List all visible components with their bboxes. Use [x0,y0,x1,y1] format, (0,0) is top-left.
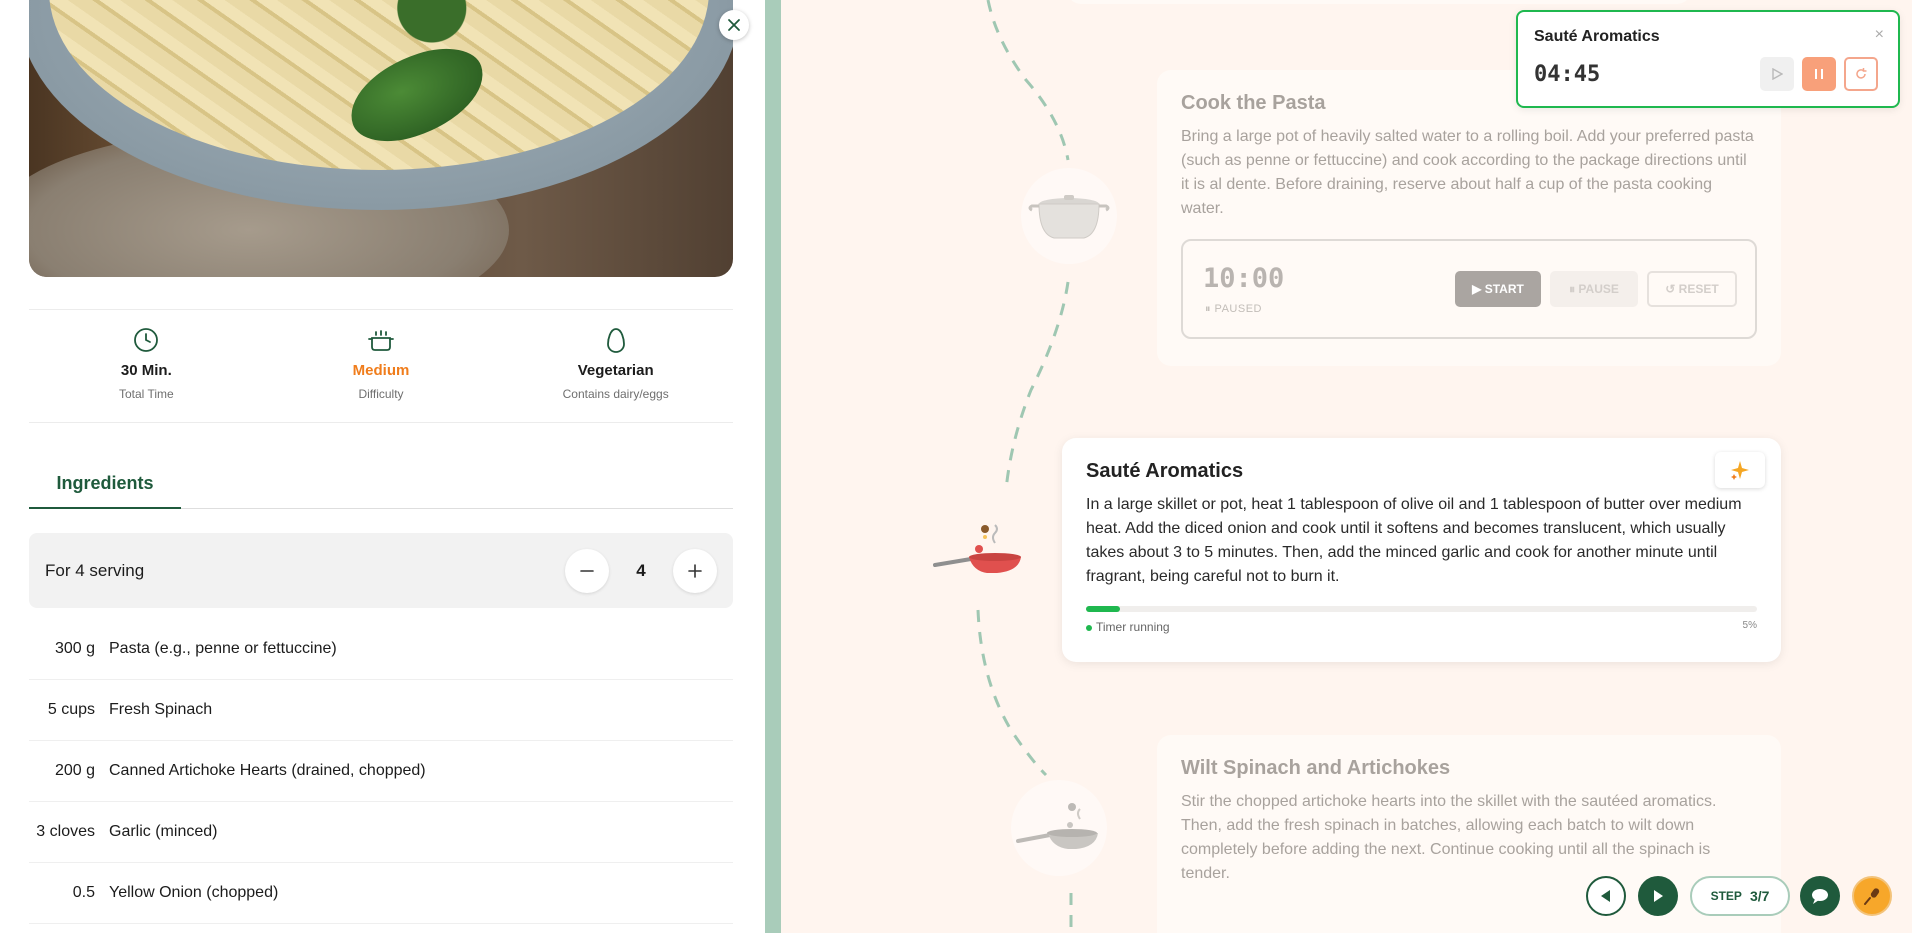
clock-icon [134,328,159,352]
timer-state: ⏸ PAUSED [1205,303,1262,315]
recipe-photo [29,0,733,277]
serving-selector: For 4 serving 4 [29,533,733,608]
serving-label: For 4 serving [45,560,145,580]
reset-timer-button[interactable]: ↺ RESET [1647,271,1737,307]
ingredient-list: 300 g Pasta (e.g., penne or fettuccine) … [29,619,733,924]
pot-icon [368,330,394,351]
close-icon [728,19,740,31]
serving-count: 4 [636,560,646,580]
triangle-right-icon [1654,890,1663,902]
running-dot-icon [1086,624,1092,631]
ai-assist-button[interactable] [1715,452,1765,488]
popup-play-button[interactable] [1760,57,1794,91]
popup-reset-button[interactable] [1844,57,1878,91]
list-item: 300 g Pasta (e.g., penne or fettuccine) [29,619,733,680]
recipe-stats: 30 Min. Total Time Medium Difficulty Veg… [29,309,733,423]
skillet-step-icon [1011,780,1107,876]
popup-title: Sauté Aromatics [1534,28,1660,45]
panel-resize-handle[interactable] [765,0,781,933]
triangle-left-icon [1601,890,1610,902]
progress-fill [1086,606,1120,612]
sparkle-icon [1731,461,1749,480]
previous-step-button[interactable] [1586,876,1626,916]
timer-status: Timer running [1086,620,1170,634]
voice-button[interactable] [1852,876,1892,916]
next-step-button[interactable] [1638,876,1678,916]
recipe-tabs: Ingredients [29,460,733,509]
stat-value: Medium [352,362,410,379]
ingredient-qty: 3 cloves [36,823,95,840]
step-title: Wilt Spinach and Artichokes [1181,757,1451,779]
list-item: 5 cups Fresh Spinach [29,680,733,741]
popup-close-button[interactable]: × [1875,26,1884,44]
ingredient-name: Pasta (e.g., penne or fettuccine) [109,640,337,657]
pause-icon [1815,69,1823,79]
step-progress-bar [1086,606,1757,612]
stat-difficulty: Medium Difficulty [264,310,499,422]
stat-label: Difficulty [358,387,404,401]
ingredient-name: Garlic (minced) [109,823,218,840]
recipe-panel: 30 Min. Total Time Medium Difficulty Veg… [0,0,765,933]
microphone-icon [1864,888,1880,905]
progress-percent: 5% [1742,620,1757,631]
decrease-serving-button[interactable] [565,548,609,593]
active-timer-popup: Sauté Aromatics × 04:45 [1516,10,1900,108]
step-label: STEP [1710,889,1742,903]
minus-icon [580,569,594,572]
close-button[interactable] [719,10,749,40]
ingredient-qty: 0.5 [72,884,95,901]
popup-pause-button[interactable] [1802,57,1836,91]
pause-timer-button[interactable]: ⏸ PAUSE [1550,271,1638,307]
ingredient-qty: 5 cups [47,701,95,718]
chat-button[interactable] [1800,876,1840,916]
play-icon [1772,68,1783,80]
step-card-cook-pasta[interactable]: Cook the Pasta Bring a large pot of heav… [1157,70,1781,366]
plus-icon [688,563,702,578]
stat-total-time: 30 Min. Total Time [29,310,264,422]
list-item: 200 g Canned Artichoke Hearts (drained, … [29,741,733,802]
step-description: In a large skillet or pot, heat 1 tables… [1086,496,1742,585]
start-timer-button[interactable]: ▶ START [1455,271,1541,307]
steps-panel: Cook the Pasta Bring a large pot of heav… [781,0,1912,933]
stat-value: 30 Min. [120,362,172,379]
step-card-saute-aromatics[interactable]: Sauté Aromatics In a large skillet or po… [1062,438,1781,662]
ingredient-name: Fresh Spinach [109,701,213,718]
increase-serving-button[interactable] [673,548,717,593]
stat-label: Contains dairy/eggs [562,387,669,401]
list-item: 0.5 Yellow Onion (chopped) [29,863,733,924]
step-description: Stir the chopped artichoke hearts into t… [1181,793,1717,882]
timer-display: 10:00 [1203,263,1285,294]
list-item: 3 cloves Garlic (minced) [29,802,733,863]
step-description: Bring a large pot of heavily salted wate… [1181,128,1754,217]
step-card-wilt-spinach[interactable]: Wilt Spinach and Artichokes Stir the cho… [1157,735,1781,933]
egg-icon [606,328,625,353]
step-timer: 10:00 ⏸ PAUSED ▶ START ⏸ PAUSE ↺ RESET [1181,239,1757,339]
ingredient-qty: 200 g [54,762,95,779]
reset-icon [1856,68,1867,79]
popup-timer-display: 04:45 [1534,62,1601,87]
stat-value: Vegetarian [577,362,654,379]
ingredient-qty: 300 g [54,640,95,657]
stat-label: Total Time [118,387,174,401]
timer-status-text: Timer running [1096,620,1170,634]
chat-bubble-icon [1812,889,1828,904]
step-title: Sauté Aromatics [1086,460,1244,482]
stat-diet: Vegetarian Contains dairy/eggs [498,310,733,422]
pot-step-icon [1021,168,1117,264]
previous-step-card [1067,0,1691,4]
progress-meta: Timer running 5% [1086,620,1757,634]
pan-step-icon [931,500,1027,596]
ingredient-name: Canned Artichoke Hearts (drained, choppe… [109,762,426,779]
serving-stepper: 4 [565,548,717,593]
step-indicator: STEP 3/7 [1690,876,1790,916]
tab-ingredients[interactable]: Ingredients [29,460,181,509]
step-value: 3/7 [1749,888,1770,904]
ingredient-name: Yellow Onion (chopped) [109,884,279,901]
